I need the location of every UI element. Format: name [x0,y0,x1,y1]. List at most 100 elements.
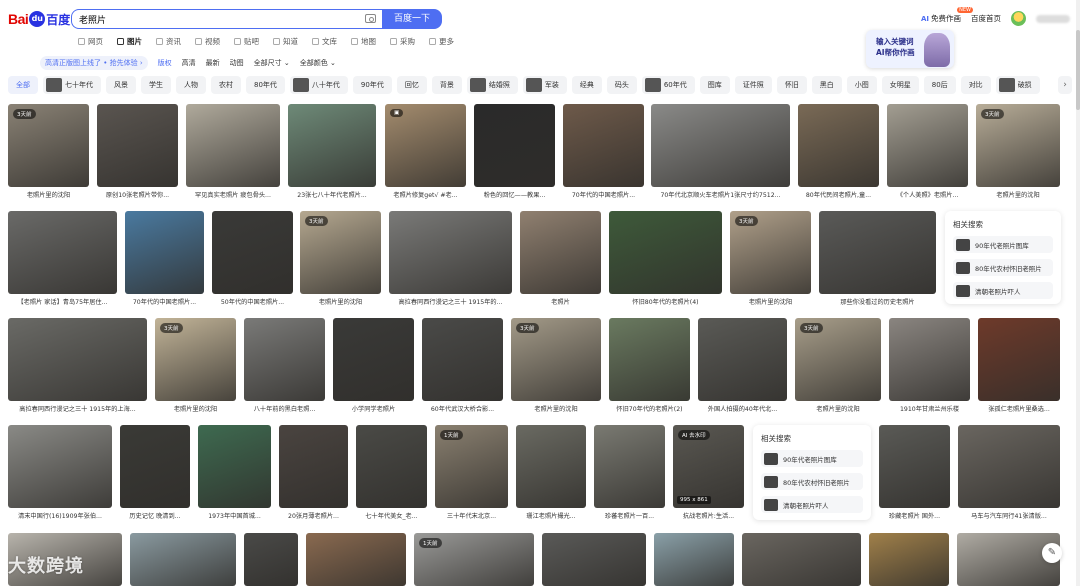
image-result[interactable] [125,211,204,294]
image-caption[interactable]: 张孤仁老照片里桑选... [978,404,1060,413]
image-result[interactable] [186,104,280,187]
image-caption[interactable]: 60年代武汉大桥合影... [422,404,503,413]
image-result[interactable] [698,318,787,401]
image-caption[interactable]: 粉色的回忆——教果... [474,190,555,199]
image-result[interactable] [279,425,348,508]
image-caption[interactable]: 三十年代末北京... [435,511,508,520]
image-caption[interactable]: 【老照片 家话】青岛75年居住... [8,297,117,306]
image-result[interactable] [958,425,1060,508]
image-caption[interactable]: 老照片里的沈阳 [8,190,89,199]
image-result[interactable] [120,425,190,508]
image-caption[interactable]: 小学同学老照片 [333,404,414,413]
related-item[interactable]: 90年代老照片图库 [953,236,1053,253]
image-result[interactable]: 1天前 [414,533,534,586]
image-caption[interactable]: 《个人美照》老照片... [887,190,968,199]
image-result[interactable] [563,104,644,187]
image-result[interactable] [609,211,722,294]
image-caption[interactable]: 罕见真实老照片 疲包骨头... [186,190,280,199]
scrollbar[interactable] [1076,0,1080,586]
image-result[interactable] [609,318,690,401]
image-caption[interactable]: 怀旧80年代的老照片(4) [609,297,722,306]
related-item[interactable]: 清朝老照片吓人 [953,282,1053,299]
image-result[interactable] [516,425,586,508]
image-caption[interactable]: 老照片里的沈阳 [730,297,811,306]
image-caption[interactable]: 珍藏老照片 国外... [879,511,950,520]
image-caption[interactable]: 高拉春同西行漫记之三十 1915年的... [389,297,512,306]
image-result[interactable] [288,104,376,187]
image-result[interactable]: 3天前 [730,211,811,294]
image-caption[interactable]: 1910年甘肃兰州乐楼 [889,404,970,413]
image-caption[interactable]: 80年代民间老照片,童... [798,190,879,199]
related-item[interactable]: 90年代老照片图库 [761,450,863,467]
image-caption[interactable]: 八十年前的黑白老照... [244,404,325,413]
image-caption[interactable]: 老照片里的沈阳 [300,297,381,306]
image-caption[interactable]: 老照片里的沈阳 [511,404,601,413]
image-caption[interactable]: 老照片修复get√ #老... [385,190,466,199]
image-result[interactable] [8,318,147,401]
image-result[interactable]: 3天前 [155,318,236,401]
image-result[interactable]: 3天前 [300,211,381,294]
image-result[interactable]: 1天前 [435,425,508,508]
image-caption[interactable]: 历史记忆 晚清到... [120,511,190,520]
image-caption[interactable]: 老照片里的沈阳 [795,404,881,413]
image-result[interactable] [520,211,601,294]
image-result[interactable]: 3天前 [795,318,881,401]
image-caption[interactable]: 高拉春同西行漫记之三十 1915年的上海... [8,404,147,413]
image-caption[interactable]: 外国人拍摄的40年代北... [698,404,787,413]
image-caption[interactable]: 马车与汽车同行41张清版... [958,511,1060,520]
image-result[interactable] [542,533,646,586]
image-result[interactable] [654,533,734,586]
image-caption[interactable]: 70年代北京顺火车老照片1张尺寸约7512... [651,190,790,199]
image-caption[interactable]: 清末中国行(16)1909年张伯... [8,511,112,520]
image-caption[interactable]: 老照片 [520,297,601,306]
image-result[interactable] [244,318,325,401]
image-result[interactable] [879,425,950,508]
image-result[interactable]: AI 去水印 995 x 861 [673,425,744,508]
image-result[interactable] [742,533,861,586]
image-result[interactable] [356,425,427,508]
image-result[interactable] [389,211,512,294]
related-item[interactable]: 80年代农村怀旧老照片 [761,473,863,490]
image-caption[interactable]: 老照片里的沈阳 [155,404,236,413]
image-result[interactable]: 3天前 [976,104,1060,187]
image-caption[interactable]: 70年代的中国老照片... [125,297,204,306]
image-result[interactable] [887,104,968,187]
image-result[interactable] [819,211,936,294]
image-caption[interactable]: 23张七八十年代老照片... [288,190,376,199]
image-result[interactable] [8,425,112,508]
image-result[interactable] [422,318,503,401]
image-result[interactable] [594,425,665,508]
image-result[interactable] [889,318,970,401]
image-result[interactable]: 3天前 [511,318,601,401]
image-result[interactable] [474,104,555,187]
related-item[interactable]: 80年代农村怀旧老照片 [953,259,1053,276]
image-caption[interactable]: 怀旧70年代的老照片(2) [609,404,690,413]
image-result[interactable] [130,533,236,586]
image-result[interactable] [306,533,406,586]
image-result[interactable]: 3天前 [8,104,89,187]
image-caption[interactable]: 七十年代美女_老... [356,511,427,520]
image-caption[interactable]: 20张月薄老照片... [279,511,348,520]
image-caption[interactable]: 1973年中国首城... [198,511,271,520]
image-result[interactable] [97,104,178,187]
image-result[interactable] [333,318,414,401]
image-result[interactable] [978,318,1060,401]
feedback-button[interactable]: ✎ [1042,543,1062,563]
image-result[interactable] [798,104,879,187]
image-result[interactable] [8,211,117,294]
image-caption[interactable]: 原创10张老照片带你... [97,190,178,199]
scrollbar-thumb[interactable] [1076,30,1080,110]
image-caption[interactable]: 珊江老照片撮光... [516,511,586,520]
image-result[interactable] [198,425,271,508]
related-item[interactable]: 清朝老照片吓人 [761,496,863,513]
image-caption[interactable]: 抗战老照片:生活... [673,511,744,520]
image-result[interactable]: ▣ [385,104,466,187]
image-result[interactable] [244,533,298,586]
image-caption[interactable]: 珍蕃老照片一百... [594,511,665,520]
image-caption[interactable]: 50年代的中国老照片... [212,297,293,306]
image-caption[interactable]: 那些你没看过的历史老照片 [819,297,936,306]
image-result[interactable] [651,104,790,187]
image-caption[interactable]: 70年代的中国老照片... [563,190,644,199]
image-result[interactable] [212,211,293,294]
image-caption[interactable]: 老照片里的沈阳 [976,190,1060,199]
